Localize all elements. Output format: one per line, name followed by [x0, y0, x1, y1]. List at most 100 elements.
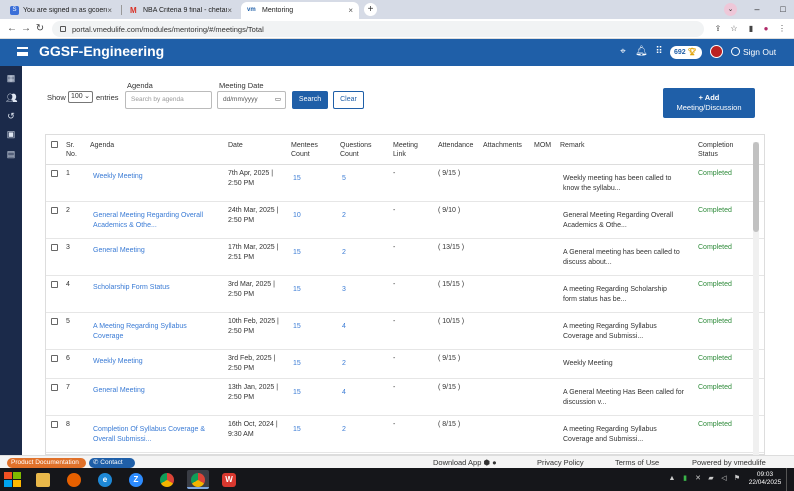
row-checkbox[interactable] — [51, 318, 58, 325]
users-icon[interactable]: 👥︎ — [6, 93, 17, 103]
add-meeting-button[interactable]: + Add Meeting/Discussion — [663, 88, 755, 118]
close-tab-icon[interactable]: × — [227, 6, 232, 15]
scrollbar-thumb[interactable] — [753, 142, 759, 232]
row-checkbox[interactable] — [51, 244, 58, 251]
user-avatar[interactable] — [710, 45, 723, 58]
agenda-link[interactable]: A Meeting Regarding Syllabus — [93, 322, 187, 332]
sign-out-button[interactable]: Sign Out — [731, 45, 776, 59]
download-app-link[interactable]: Download App ⬢ ● — [433, 457, 497, 468]
apps-grid-icon[interactable]: ⠿ — [653, 45, 665, 59]
close-tab-icon[interactable]: × — [348, 6, 353, 15]
entries-select[interactable]: 100 ⌄ — [68, 91, 93, 103]
row-checkbox[interactable] — [51, 355, 58, 362]
menu-toggle-icon[interactable] — [17, 47, 28, 56]
show-desktop-button[interactable] — [786, 468, 792, 491]
taskbar-wps[interactable]: W — [218, 470, 240, 489]
new-tab-button[interactable]: + — [364, 3, 377, 16]
meetings-icon[interactable]: ▣ — [6, 129, 16, 139]
questions-count[interactable]: 3 — [342, 285, 346, 295]
browser-tab-mentoring[interactable]: vm Mentoring × — [241, 2, 359, 19]
search-button[interactable]: Search — [292, 91, 328, 109]
agenda-link[interactable]: General Meeting Regarding Overall — [93, 211, 203, 221]
agenda-link[interactable]: General Meeting — [93, 246, 145, 256]
taskbar-firefox[interactable] — [63, 470, 85, 489]
dashboard-icon[interactable]: ▦ — [6, 73, 16, 83]
reload-icon[interactable]: ↻ — [34, 22, 46, 36]
browser-tab-signin[interactable]: S You are signed in as gcoercstudi × — [4, 2, 118, 19]
profile-icon[interactable]: ● — [760, 23, 772, 35]
history-icon[interactable]: ↺ — [6, 111, 16, 121]
row-checkbox[interactable] — [51, 170, 58, 177]
network-icon[interactable]: ▰ — [707, 475, 715, 483]
taskbar-file-explorer[interactable] — [32, 470, 54, 489]
agenda-link[interactable]: Scholarship Form Status — [93, 283, 170, 293]
tray-app-icon[interactable]: ▮ — [681, 475, 689, 483]
volume-icon[interactable]: ◁ — [720, 475, 728, 483]
meeting-date: 16th Oct, 2024 | — [228, 421, 278, 428]
windows-start-icon[interactable] — [3, 471, 23, 488]
mentees-count[interactable]: 15 — [293, 388, 301, 398]
remark-cont: Coverage and Submissi... — [563, 436, 644, 443]
meeting-time: 2:50 PM — [228, 365, 255, 372]
agenda-link[interactable]: General Meeting — [93, 386, 145, 396]
coins-badge[interactable]: 692 🏆︎ — [670, 46, 702, 59]
questions-count[interactable]: 2 — [342, 425, 346, 435]
taskbar-clock[interactable]: 09:03 22/04/2025 — [747, 471, 783, 487]
mentees-count[interactable]: 10 — [293, 211, 301, 221]
mentees-count[interactable]: 15 — [293, 248, 301, 258]
url-field[interactable]: portal.vmedulife.com/modules/mentoring/#… — [52, 21, 704, 37]
notification-bell-icon[interactable]: 🔔︎ — [635, 45, 648, 59]
agenda-link[interactable]: Completion Of Syllabus Coverage & — [93, 425, 205, 435]
row-checkbox[interactable] — [51, 207, 58, 214]
taskbar-chrome-active[interactable] — [187, 470, 209, 489]
agenda-search-input[interactable]: Search by agenda — [125, 91, 212, 109]
tray-security-icon[interactable]: ✕ — [694, 475, 702, 483]
browser-tab-gmail[interactable]: M NBA Criteria 9 final - chetan.josh × — [124, 2, 238, 19]
tray-chevron-icon[interactable]: ▲ — [668, 475, 676, 483]
questions-count[interactable]: 2 — [342, 211, 346, 221]
mentees-count[interactable]: 15 — [293, 174, 301, 184]
row-checkbox[interactable] — [51, 421, 58, 428]
flag-icon[interactable]: ⚑ — [733, 475, 741, 483]
agenda-link-cont[interactable]: Overall Submissi... — [93, 435, 151, 445]
questions-count[interactable]: 2 — [342, 359, 346, 369]
product-documentation-button[interactable]: Product Documentation — [7, 458, 86, 468]
questions-count[interactable]: 4 — [342, 322, 346, 332]
back-icon[interactable]: ← — [6, 22, 18, 36]
maximize-icon[interactable]: □ — [772, 0, 794, 19]
side-panel-icon[interactable]: ▮ — [745, 23, 757, 35]
privacy-policy-link[interactable]: Privacy Policy — [537, 457, 584, 468]
mentees-count[interactable]: 15 — [293, 359, 301, 369]
mentees-count[interactable]: 15 — [293, 322, 301, 332]
terms-of-use-link[interactable]: Terms of Use — [615, 457, 659, 468]
mentees-count[interactable]: 15 — [293, 425, 301, 435]
share-icon[interactable]: ⇪ — [712, 23, 724, 35]
row-checkbox[interactable] — [51, 384, 58, 391]
mentees-count[interactable]: 15 — [293, 285, 301, 295]
row-checkbox[interactable] — [51, 281, 58, 288]
questions-count[interactable]: 4 — [342, 388, 346, 398]
select-all-checkbox[interactable] — [51, 141, 58, 148]
forward-icon[interactable]: → — [20, 22, 32, 36]
close-tab-icon[interactable]: × — [107, 6, 112, 15]
agenda-link[interactable]: Weekly Meeting — [93, 357, 143, 367]
tab-search-icon[interactable]: ⌄ — [724, 3, 737, 16]
agenda-link-cont[interactable]: Coverage — [93, 332, 123, 342]
agenda-link-cont[interactable]: Academics & Othe... — [93, 221, 157, 231]
meeting-date-input[interactable]: dd/mm/yyyy ▭ — [217, 91, 286, 109]
browser-menu-icon[interactable]: ⋮ — [776, 23, 788, 35]
mouse-icon[interactable]: ⌖ — [617, 45, 629, 59]
clear-button[interactable]: Clear — [333, 91, 364, 109]
sr-no: 1 — [66, 170, 70, 177]
bookmark-star-icon[interactable]: ☆ — [728, 23, 740, 35]
taskbar-chrome[interactable] — [156, 470, 178, 489]
minimize-icon[interactable]: – — [746, 0, 768, 19]
contact-us-button[interactable]: ✆ Contact US — [89, 458, 135, 476]
table-scrollbar[interactable] — [753, 142, 759, 455]
agenda-link[interactable]: Weekly Meeting — [93, 172, 143, 182]
questions-count[interactable]: 5 — [342, 174, 346, 184]
taskbar-zoom[interactable]: Z — [125, 470, 147, 489]
document-icon[interactable]: ▤ — [6, 149, 16, 159]
taskbar-ie[interactable]: e — [94, 470, 116, 489]
questions-count[interactable]: 2 — [342, 248, 346, 258]
